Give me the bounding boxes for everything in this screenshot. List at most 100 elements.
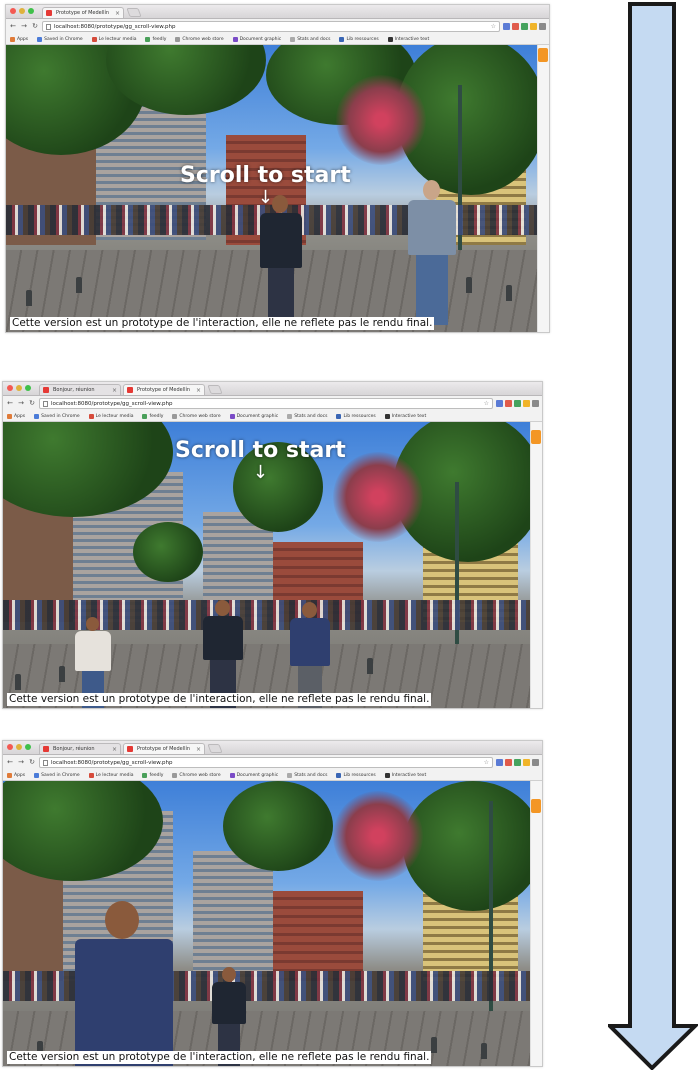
menu-icon[interactable] — [539, 23, 546, 30]
minimize-window-button[interactable] — [19, 8, 25, 14]
extension-icon[interactable] — [514, 759, 521, 766]
minimize-window-button[interactable] — [16, 744, 22, 750]
big-down-arrow-shape — [608, 2, 698, 1070]
prototype-disclaimer: Cette version est un prototype de l'inte… — [7, 1051, 432, 1064]
tab-close-icon[interactable]: × — [196, 744, 201, 754]
forward-arrow-icon[interactable]: → — [17, 396, 25, 411]
bookmark-item[interactable]: feedly — [142, 772, 163, 778]
bookmark-item[interactable]: Interactive text — [384, 772, 426, 778]
star-icon[interactable]: ☆ — [484, 759, 489, 766]
bookmark-item[interactable]: Interactive text — [387, 36, 429, 42]
scroll-thumb[interactable] — [531, 430, 541, 444]
scrollbar[interactable] — [530, 781, 542, 1066]
back-arrow-icon[interactable]: ← — [6, 755, 14, 770]
bookmark-item[interactable]: Stats and docs — [287, 772, 327, 778]
tab-favicon-icon — [43, 746, 49, 752]
bookmark-item[interactable]: Chrome web store — [172, 772, 221, 778]
bookmark-item[interactable]: Saved in Chrome — [37, 36, 83, 42]
extension-icon[interactable] — [521, 23, 528, 30]
scroll-thumb[interactable] — [531, 799, 541, 813]
maximize-window-button[interactable] — [25, 744, 31, 750]
close-window-button[interactable] — [7, 744, 13, 750]
browser-toolbar: ← → ↻ localhost:8080/prototype/gg_scroll… — [3, 755, 542, 770]
bookmark-item[interactable]: Interactive text — [384, 413, 426, 419]
bookmark-item[interactable]: Le lecteur media — [88, 772, 133, 778]
browser-tab[interactable]: Bonjour, réunion × — [39, 743, 121, 754]
new-tab-button[interactable] — [207, 385, 223, 394]
bookmark-item[interactable]: Apps — [10, 36, 28, 42]
back-arrow-icon[interactable]: ← — [6, 396, 14, 411]
extension-icon[interactable] — [523, 400, 530, 407]
title-bar: Bonjour, réunion × Prototype of Medellín… — [3, 741, 542, 755]
forward-arrow-icon[interactable]: → — [17, 755, 25, 770]
extension-icon[interactable] — [505, 759, 512, 766]
page-viewport[interactable]: Cette version est un prototype de l'inte… — [3, 781, 530, 1066]
extension-icon[interactable] — [503, 23, 510, 30]
extension-icon[interactable] — [530, 23, 537, 30]
bookmark-item[interactable]: Le lecteur media — [88, 413, 133, 419]
browser-toolbar: ← → ↻ localhost:8080/prototype/gg_scroll… — [3, 396, 542, 411]
new-tab-button[interactable] — [207, 744, 223, 753]
extension-icon[interactable] — [514, 400, 521, 407]
extension-icon[interactable] — [496, 759, 503, 766]
bookmark-item[interactable]: Lib ressources — [336, 772, 376, 778]
bookmark-item[interactable]: Chrome web store — [172, 413, 221, 419]
tab-close-icon[interactable]: × — [112, 744, 117, 754]
extension-icon[interactable] — [496, 400, 503, 407]
back-arrow-icon[interactable]: ← — [9, 19, 17, 34]
address-bar[interactable]: localhost:8080/prototype/gg_scroll-view.… — [39, 757, 493, 768]
tab-close-icon[interactable]: × — [196, 385, 201, 395]
browser-tab[interactable]: Prototype of Medellín × — [42, 7, 124, 18]
tab-favicon-icon — [127, 387, 133, 393]
tab-label: Prototype of Medellín — [137, 387, 191, 393]
bookmark-item[interactable]: feedly — [142, 413, 163, 419]
extension-icon[interactable] — [505, 400, 512, 407]
extension-icon[interactable] — [523, 759, 530, 766]
scrollbar[interactable] — [530, 422, 542, 708]
bookmark-item[interactable]: Stats and docs — [287, 413, 327, 419]
bookmark-item[interactable]: Apps — [7, 772, 25, 778]
menu-icon[interactable] — [532, 400, 539, 407]
star-icon[interactable]: ☆ — [491, 23, 496, 30]
bookmark-item[interactable]: Saved in Chrome — [34, 413, 80, 419]
bookmark-item[interactable]: Document graphic — [229, 772, 278, 778]
tab-close-icon[interactable]: × — [112, 385, 117, 395]
tab-favicon-icon — [127, 746, 133, 752]
bookmark-item[interactable]: Apps — [7, 413, 25, 419]
tab-close-icon[interactable]: × — [115, 8, 120, 18]
reload-icon[interactable]: ↻ — [28, 396, 36, 411]
reload-icon[interactable]: ↻ — [31, 19, 39, 34]
scroll-thumb[interactable] — [538, 48, 548, 62]
extension-icon[interactable] — [512, 23, 519, 30]
bookmark-item[interactable]: Lib ressources — [339, 36, 379, 42]
extension-icons — [503, 23, 546, 30]
scrollbar[interactable] — [537, 45, 549, 332]
browser-tab[interactable]: Prototype of Medellín × — [123, 384, 205, 395]
bookmark-item[interactable]: Le lecteur media — [91, 36, 136, 42]
menu-icon[interactable] — [532, 759, 539, 766]
browser-tab[interactable]: Prototype of Medellín × — [123, 743, 205, 754]
forward-arrow-icon[interactable]: → — [20, 19, 28, 34]
reload-icon[interactable]: ↻ — [28, 755, 36, 770]
bookmark-item[interactable]: Stats and docs — [290, 36, 330, 42]
minimize-window-button[interactable] — [16, 385, 22, 391]
page-viewport[interactable]: Scroll to start ↓ Cette version est un p… — [6, 45, 537, 332]
star-icon[interactable]: ☆ — [484, 400, 489, 407]
address-bar[interactable]: localhost:8080/prototype/gg_scroll-view.… — [39, 398, 493, 409]
address-bar[interactable]: localhost:8080/prototype/gg_scroll-view.… — [42, 21, 500, 32]
close-window-button[interactable] — [10, 8, 16, 14]
page-viewport[interactable]: Scroll to start ↓ Cette version est un p… — [3, 422, 530, 708]
new-tab-button[interactable] — [126, 8, 142, 17]
tab-label: Bonjour, réunion — [53, 387, 95, 393]
bookmark-item[interactable]: Saved in Chrome — [34, 772, 80, 778]
bookmark-item[interactable]: Chrome web store — [175, 36, 224, 42]
bookmark-item[interactable]: Lib ressources — [336, 413, 376, 419]
browser-tab[interactable]: Bonjour, réunion × — [39, 384, 121, 395]
bookmark-item[interactable]: Document graphic — [232, 36, 281, 42]
maximize-window-button[interactable] — [28, 8, 34, 14]
close-window-button[interactable] — [7, 385, 13, 391]
maximize-window-button[interactable] — [25, 385, 31, 391]
tab-label: Prototype of Medellín — [137, 746, 191, 752]
bookmark-item[interactable]: Document graphic — [229, 413, 278, 419]
bookmark-item[interactable]: feedly — [145, 36, 166, 42]
